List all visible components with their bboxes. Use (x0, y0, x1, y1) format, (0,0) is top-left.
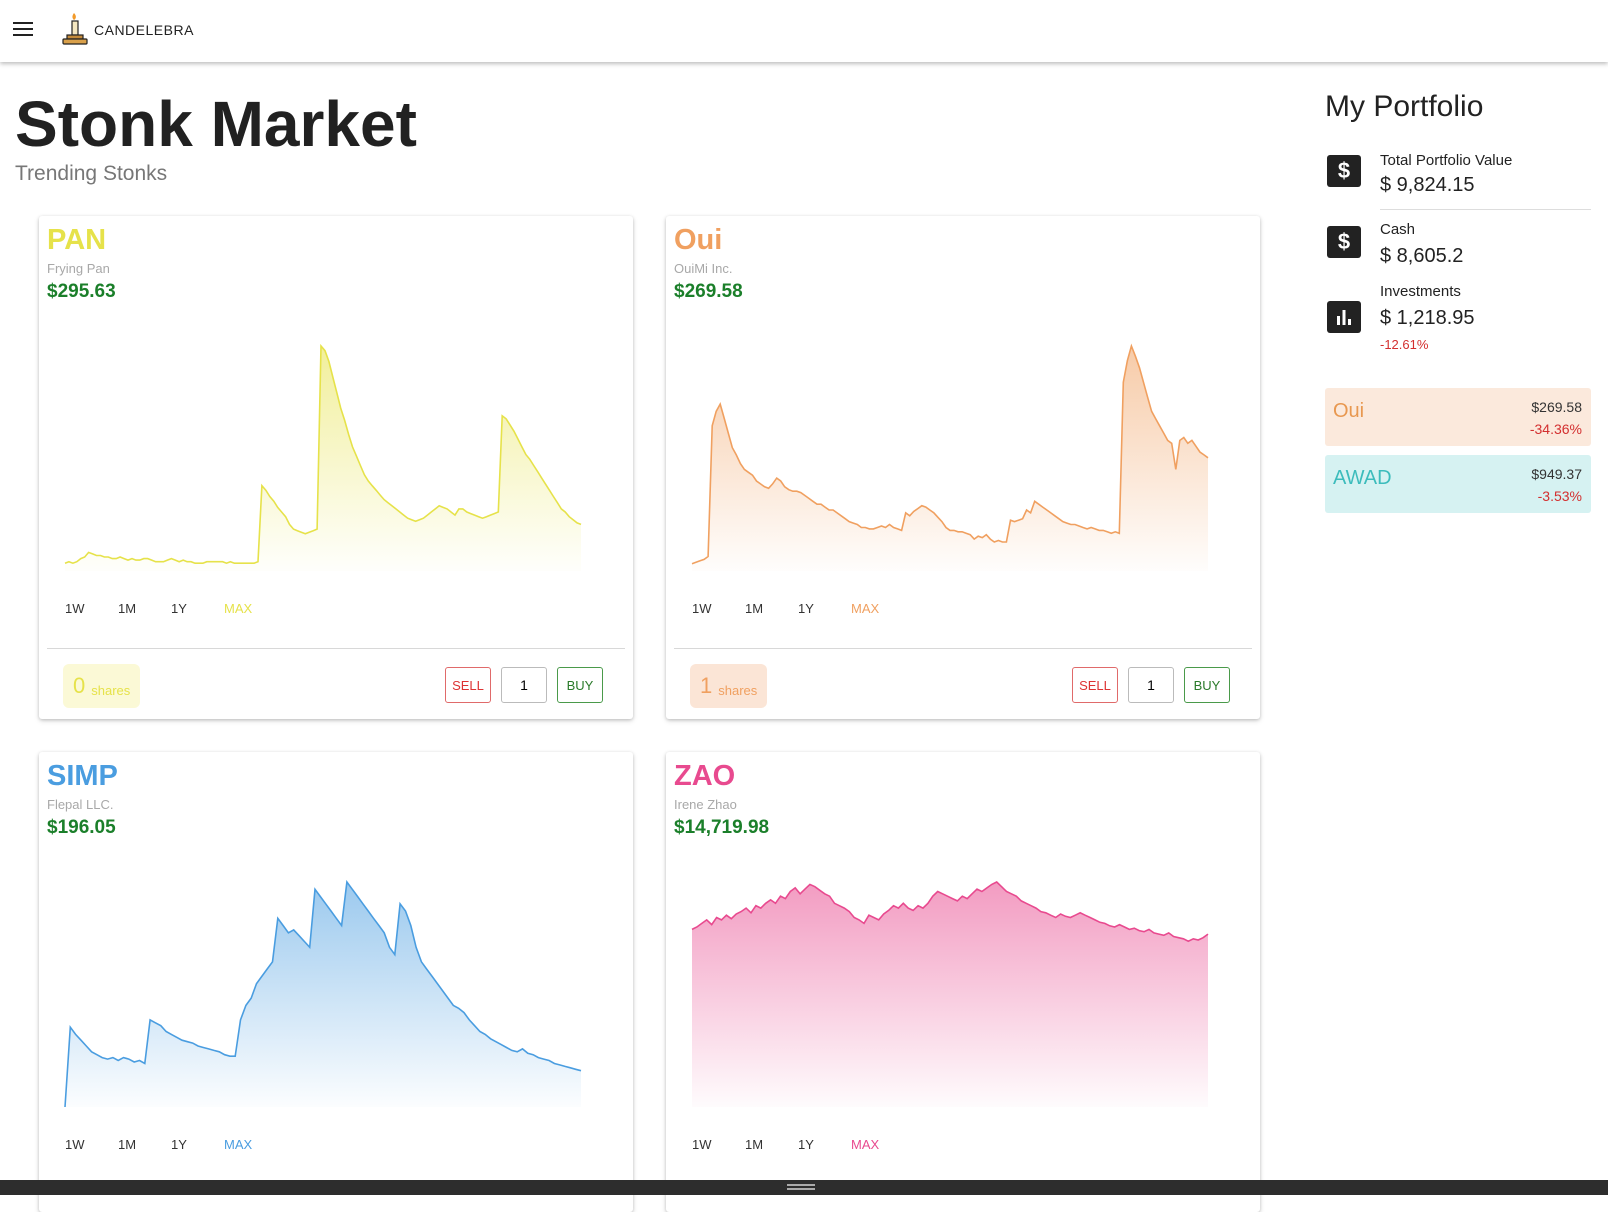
range-1m-button[interactable]: 1M (118, 601, 171, 616)
range-selector: 1W 1M 1Y MAX (692, 1137, 904, 1152)
stock-company: Frying Pan (47, 261, 110, 276)
holding-change: -3.53% (1537, 488, 1582, 504)
range-max-button[interactable]: MAX (224, 601, 277, 616)
portfolio-title: My Portfolio (1325, 90, 1484, 123)
quantity-input[interactable] (1128, 667, 1174, 703)
range-1y-button[interactable]: 1Y (798, 601, 851, 616)
holding-item[interactable]: AWAD $949.37 -3.53% (1325, 455, 1591, 513)
stock-company: Irene Zhao (674, 797, 737, 812)
range-1m-button[interactable]: 1M (118, 1137, 171, 1152)
shares-count: 1 (700, 673, 713, 698)
buy-button[interactable]: BUY (557, 667, 603, 703)
range-1y-button[interactable]: 1Y (171, 601, 224, 616)
price-chart (64, 879, 582, 1108)
cash-value: $ 8,605.2 (1380, 245, 1464, 267)
range-selector: 1W 1M 1Y MAX (65, 601, 277, 616)
total-value-label: Total Portfolio Value (1380, 152, 1513, 169)
range-1w-button[interactable]: 1W (65, 601, 118, 616)
bar-chart-icon (1327, 301, 1361, 333)
divider (674, 648, 1252, 649)
range-1y-button[interactable]: 1Y (798, 1137, 851, 1152)
holding-change: -34.36% (1529, 421, 1582, 437)
range-selector: 1W 1M 1Y MAX (692, 601, 904, 616)
dollar-icon: $ (1327, 226, 1361, 258)
stock-price: $196.05 (47, 817, 116, 838)
sell-button[interactable]: SELL (445, 667, 491, 703)
stock-symbol: PAN (47, 224, 107, 256)
price-chart (691, 343, 1209, 571)
holding-symbol: Oui (1333, 400, 1365, 422)
stock-card: Oui OuiMi Inc. $269.58 1W 1M 1Y MAX 1 sh… (666, 216, 1260, 719)
sell-button[interactable]: SELL (1072, 667, 1118, 703)
chart-area (692, 346, 1208, 571)
chart-area (692, 882, 1208, 1107)
stock-price: $14,719.98 (674, 817, 770, 838)
stock-price: $269.58 (674, 281, 743, 302)
investments-change: -12.61% (1380, 337, 1429, 352)
dollar-icon: $ (1327, 155, 1361, 187)
stock-symbol: Oui (674, 224, 723, 256)
range-1w-button[interactable]: 1W (65, 1137, 118, 1152)
range-max-button[interactable]: MAX (224, 1137, 277, 1152)
shares-label: shares (91, 682, 131, 698)
stock-company: OuiMi Inc. (674, 261, 733, 276)
holding-symbol: AWAD (1333, 467, 1392, 489)
quantity-input[interactable] (501, 667, 547, 703)
range-1w-button[interactable]: 1W (692, 601, 745, 616)
chart-area (65, 882, 581, 1107)
range-1m-button[interactable]: 1M (745, 1137, 798, 1152)
price-chart (691, 881, 1209, 1107)
buy-button[interactable]: BUY (1184, 667, 1230, 703)
menu-icon[interactable] (13, 22, 33, 38)
range-1w-button[interactable]: 1W (692, 1137, 745, 1152)
stock-symbol: SIMP (47, 760, 118, 792)
range-max-button[interactable]: MAX (851, 601, 904, 616)
stock-card: ZAO Irene Zhao $14,719.98 1W 1M 1Y MAX (666, 752, 1260, 1212)
range-max-button[interactable]: MAX (851, 1137, 904, 1152)
bar-chart-icon (1337, 310, 1351, 325)
stock-card: PAN Frying Pan $295.63 1W 1M 1Y MAX 0 sh… (39, 216, 633, 719)
holding-item[interactable]: Oui $269.58 -34.36% (1325, 388, 1591, 446)
shares-count: 0 (73, 673, 86, 698)
total-value: $ 9,824.15 (1380, 174, 1475, 196)
shares-badge: 0 shares (63, 664, 141, 708)
page-title: Stonk Market (15, 88, 417, 160)
app-brand[interactable]: CANDELEBRA (94, 22, 194, 38)
stock-company: Flepal LLC. (47, 797, 114, 812)
range-1m-button[interactable]: 1M (745, 601, 798, 616)
chart-area (65, 346, 581, 571)
investments-label: Investments (1380, 283, 1461, 300)
stock-card: SIMP Flepal LLC. $196.05 1W 1M 1Y MAX (39, 752, 633, 1212)
divider (1380, 209, 1591, 210)
price-chart (64, 343, 582, 571)
app-bar: CANDELEBRA (0, 0, 1608, 62)
investments-value: $ 1,218.95 (1380, 307, 1475, 329)
shares-badge: 1 shares (690, 664, 768, 708)
stock-symbol: ZAO (674, 760, 736, 792)
candle-logo-icon (62, 13, 88, 45)
drag-handle-icon[interactable] (787, 1184, 815, 1190)
page-subtitle: Trending Stonks (15, 162, 168, 185)
range-selector: 1W 1M 1Y MAX (65, 1137, 277, 1152)
holding-price: $949.37 (1531, 466, 1582, 482)
range-1y-button[interactable]: 1Y (171, 1137, 224, 1152)
stock-price: $295.63 (47, 281, 116, 302)
holding-price: $269.58 (1531, 399, 1582, 415)
divider (47, 648, 625, 649)
cash-label: Cash (1380, 221, 1416, 238)
shares-label: shares (718, 682, 758, 698)
